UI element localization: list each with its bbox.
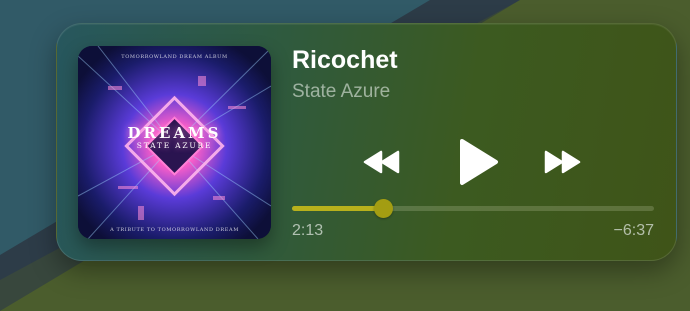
rewind-button[interactable] (362, 147, 402, 177)
album-bottom-text: A TRIBUTE TO TOMORROWLAND DREAM (110, 227, 239, 233)
progress-fill (292, 206, 383, 211)
remaining-time: −6:37 (613, 222, 654, 239)
album-artist: STATE AZURE (136, 141, 213, 150)
now-playing-widget: TOMORROWLAND DREAM ALBUM DREAMS STATE AZ… (56, 23, 677, 261)
album-title: DREAMS (127, 124, 222, 142)
play-button[interactable] (453, 135, 503, 189)
progress-slider[interactable] (292, 199, 654, 218)
fast-forward-button[interactable] (542, 147, 582, 177)
song-title: Ricochet (292, 46, 398, 74)
elapsed-time: 2:13 (292, 222, 324, 239)
album-top-text: TOMORROWLAND DREAM ALBUM (121, 54, 228, 60)
rewind-icon (363, 150, 400, 174)
play-icon (460, 139, 498, 185)
fast-forward-icon (544, 150, 581, 174)
album-art: TOMORROWLAND DREAM ALBUM DREAMS STATE AZ… (78, 46, 271, 239)
progress-thumb[interactable] (373, 199, 393, 218)
artist-name: State Azure (292, 81, 391, 102)
